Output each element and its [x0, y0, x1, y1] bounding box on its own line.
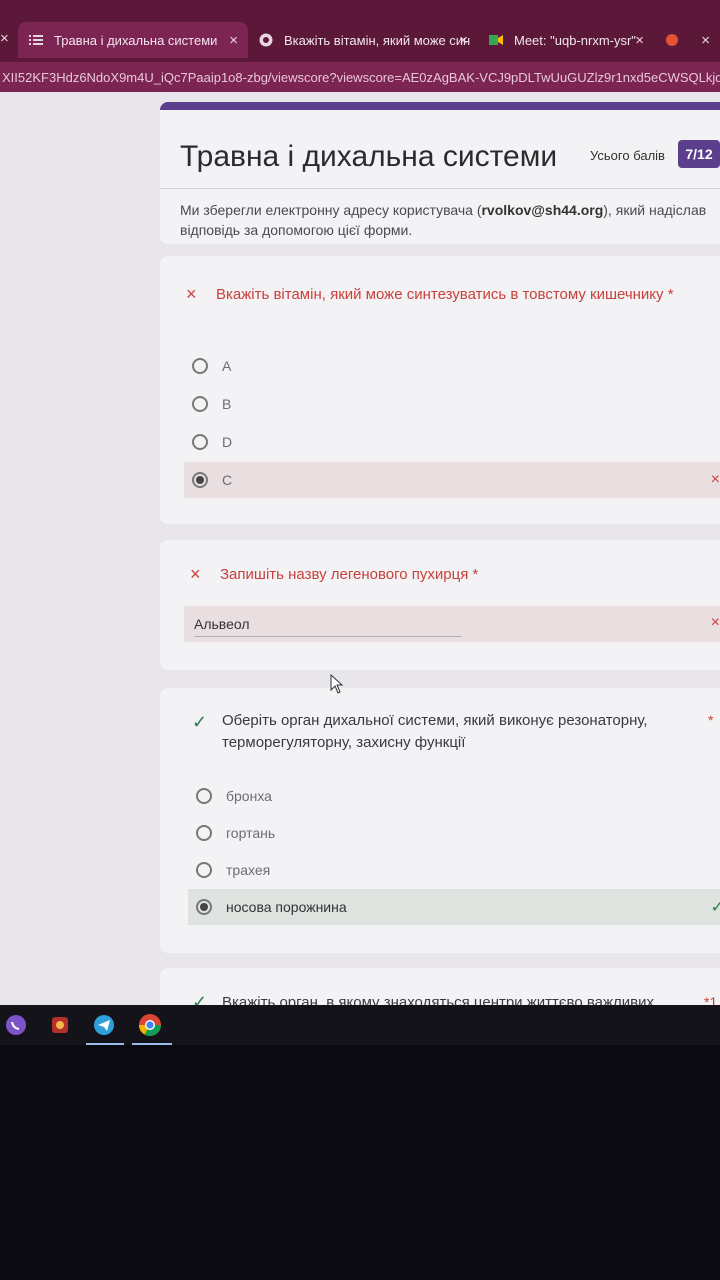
radio-icon — [192, 396, 208, 412]
question-title: Вкажіть вітамін, який може синтезуватись… — [216, 284, 716, 306]
respondent-email: rvolkov@sh44.org — [481, 202, 604, 218]
active-app-indicator — [132, 1043, 172, 1045]
tab-form-results[interactable]: Травна і дихальна системи × — [18, 22, 248, 58]
question-card-vitamin: × Вкажіть вітамін, який може синтезувати… — [160, 256, 720, 524]
form-title: Травна і дихальна системи — [180, 140, 558, 173]
active-app-indicator — [86, 1043, 124, 1045]
telegram-icon[interactable] — [88, 1009, 120, 1041]
incorrect-icon: × — [190, 564, 201, 584]
close-icon[interactable]: × — [701, 32, 710, 49]
option-larynx[interactable]: гортань — [188, 815, 720, 851]
question-text: Вкажіть орган, в якому знаходяться центр… — [222, 994, 655, 1005]
url-text: XII52KF3Hdz6NdoX9m4U_iQc7Paaip1o8-zbg/vi… — [2, 69, 720, 85]
taskbar — [0, 1005, 720, 1045]
meet-icon — [488, 32, 504, 48]
option-label: носова порожнина — [226, 899, 347, 915]
tab-title: Вкажіть вітамін, який може син — [284, 32, 471, 48]
email-note: Ми зберегли електронну адресу користувач… — [180, 200, 720, 240]
total-score-label: Усього балів — [590, 148, 665, 163]
question-card-nasal: ✓ Оберіть орган дихальної системи, який … — [160, 688, 720, 953]
tab-meet[interactable]: Meet: "uqb-nrxm-ysr" × — [478, 22, 654, 58]
option-label: D — [222, 434, 233, 450]
close-icon[interactable]: × — [459, 32, 468, 49]
radio-selected-icon — [192, 472, 208, 488]
option-label: трахея — [226, 862, 271, 878]
radio-icon — [196, 862, 212, 878]
answer-value: Альвеол — [194, 616, 250, 632]
list-icon — [28, 32, 44, 48]
radio-selected-icon — [196, 899, 212, 915]
option-label: гортань — [226, 825, 276, 841]
incorrect-icon: × — [710, 471, 720, 488]
required-mark: * — [472, 566, 479, 583]
option-nasal-cavity-selected[interactable]: носова порожнина ✓ — [188, 889, 720, 925]
required-mark: * — [667, 286, 674, 303]
radio-icon — [196, 825, 212, 841]
tab-question[interactable]: Вкажіть вітамін, який може син × — [248, 22, 478, 58]
option-d[interactable]: D — [184, 424, 720, 460]
option-label: бронха — [226, 788, 272, 804]
option-c-selected[interactable]: C × — [184, 462, 720, 498]
option-label: B — [222, 396, 232, 412]
correct-icon: ✓ — [192, 992, 208, 1005]
question-card-vital-centers: ✓ Вкажіть орган, в якому знаходяться цен… — [160, 968, 720, 1005]
question-title: Запишіть назву легенового пухирця * — [220, 564, 700, 586]
chrome-icon — [258, 32, 274, 48]
radio-icon — [196, 788, 212, 804]
correct-icon: ✓ — [192, 712, 208, 732]
option-label: C — [222, 472, 233, 488]
radio-icon — [192, 434, 208, 450]
chrome-icon[interactable] — [134, 1009, 166, 1041]
question-card-alveolus: × Запишіть назву легенового пухирця * Ал… — [160, 540, 720, 670]
required-mark: *1 — [704, 994, 718, 1005]
tab-title: Meet: "uqb-nrxm-ysr" — [514, 32, 636, 48]
required-mark: * — [708, 712, 714, 728]
radio-icon — [192, 358, 208, 374]
divider — [160, 188, 720, 189]
incorrect-icon: × — [186, 284, 197, 304]
question-text: Оберіть орган дихальної системи, який ви… — [222, 712, 648, 751]
option-trachea[interactable]: трахея — [188, 852, 720, 888]
close-tab-icon[interactable]: × — [0, 30, 9, 47]
option-a[interactable]: A — [184, 348, 720, 384]
question-text: Запишіть назву легенового пухирця — [220, 566, 469, 583]
score-badge: 7/12 — [678, 140, 720, 168]
answer-underline — [194, 636, 462, 637]
extension-icon — [664, 32, 680, 48]
option-bronchus[interactable]: бронха — [188, 778, 720, 814]
address-bar[interactable]: XII52KF3Hdz6NdoX9m4U_iQc7Paaip1o8-zbg/vi… — [0, 62, 720, 92]
form-page: Травна і дихальна системи Усього балів 7… — [0, 92, 720, 1005]
browser-tab-strip: × Травна і дихальна системи × Вкажіть ві… — [0, 0, 720, 62]
question-text: Вкажіть вітамін, який може синтезуватись… — [216, 286, 664, 303]
option-label: A — [222, 358, 232, 374]
correct-icon: ✓ — [710, 899, 720, 916]
text-answer: Альвеол × — [184, 606, 720, 642]
option-b[interactable]: B — [184, 386, 720, 422]
tab-title: Травна і дихальна системи — [54, 32, 218, 48]
tab-extension[interactable]: × — [654, 22, 720, 58]
cursor-icon — [330, 673, 344, 699]
close-icon[interactable]: × — [229, 32, 238, 49]
game-icon[interactable] — [44, 1009, 76, 1041]
form-header-card: Травна і дихальна системи Усього балів 7… — [160, 102, 720, 244]
close-icon[interactable]: × — [635, 32, 644, 49]
viber-icon[interactable] — [0, 1009, 32, 1041]
email-note-before: Ми зберегли електронну адресу користувач… — [180, 202, 482, 218]
incorrect-icon: × — [710, 614, 720, 631]
